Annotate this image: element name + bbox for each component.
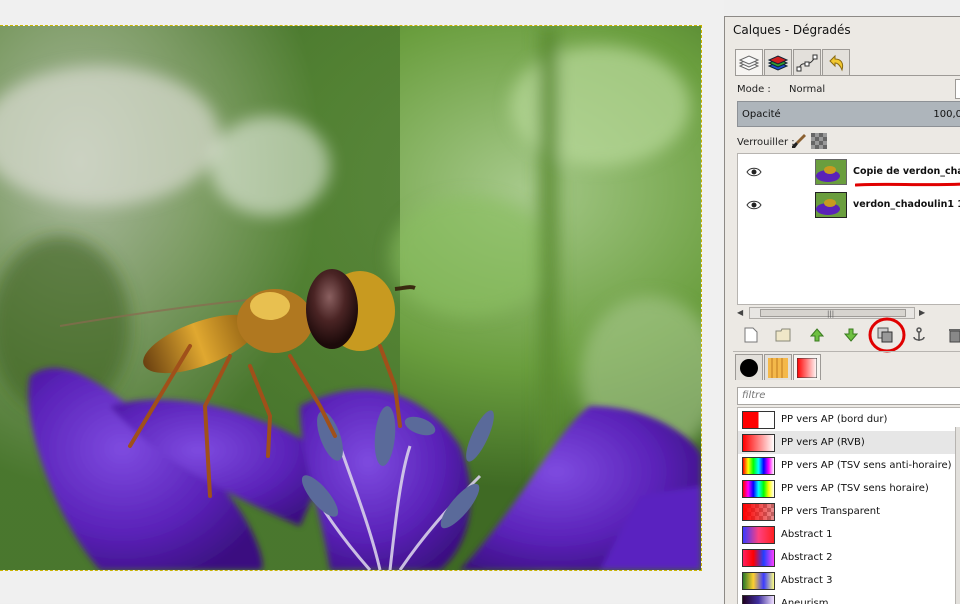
opacity-value: 100,0 (933, 109, 960, 120)
gradient-name: Aneurism (781, 598, 829, 604)
layer-toolbar (737, 323, 960, 347)
pattern-tab[interactable] (764, 354, 792, 380)
gradient-item[interactable]: Abstract 3 (738, 569, 960, 592)
gradient-item[interactable]: PP vers AP (bord dur) (738, 408, 960, 431)
gradient-swatch (742, 480, 775, 498)
layer-name[interactable]: verdon_chadoulin1 160 (853, 199, 960, 210)
undo-tab[interactable] (822, 49, 850, 75)
anchor-layer-button[interactable] (911, 327, 927, 343)
gradient-name: PP vers AP (TSV sens horaire) (781, 483, 929, 494)
gradient-name: PP vers AP (RVB) (781, 437, 865, 448)
gradient-name: PP vers AP (TSV sens anti-horaire) (781, 460, 952, 471)
panel-separator (733, 351, 960, 352)
mode-label: Mode : (737, 84, 771, 95)
gradient-swatch (742, 526, 775, 544)
layer-thumbnail[interactable] (815, 159, 847, 185)
visibility-eye-icon[interactable] (746, 199, 762, 211)
scroll-right-icon[interactable]: ▶ (919, 308, 925, 317)
layers-gradients-dock: Calques - Dégradés Mode: Normal Opacité… (724, 16, 960, 604)
layers-icon (738, 55, 760, 71)
pattern-wood-icon (768, 357, 788, 378)
gradient-filter-input[interactable]: filtre (737, 387, 960, 405)
new-layer-icon (744, 327, 758, 343)
gradient-item[interactable]: PP vers Transparent (738, 500, 960, 523)
image-canvas-area[interactable] (0, 0, 724, 603)
paths-icon (796, 54, 818, 71)
gradient-name: Abstract 2 (781, 552, 833, 563)
lower-layer-button[interactable] (843, 327, 859, 343)
gradient-item[interactable]: Abstract 2 (738, 546, 960, 569)
gradient-swatch (742, 549, 775, 567)
gradient-list[interactable]: PP vers AP (bord dur) PP vers AP (RVB) PP … (737, 407, 960, 604)
filter-placeholder: filtre (742, 390, 766, 401)
layer-thumbnail[interactable] (815, 192, 847, 218)
red-underline-annotation (855, 182, 960, 187)
mode-select[interactable]: Normal (789, 84, 825, 95)
gradient-item[interactable]: Aneurism (738, 592, 960, 604)
scroll-left-icon[interactable]: ◀ (737, 308, 743, 317)
mode-dropdown-arrow[interactable] (955, 79, 960, 99)
scrollbar-grip: ||| (827, 310, 835, 318)
undo-icon (829, 54, 844, 72)
layers-list[interactable]: Copie de verdon_chado verdon_chadoulin1 … (737, 153, 960, 305)
gradient-name: PP vers Transparent (781, 506, 881, 517)
new-layer-button[interactable] (743, 327, 759, 343)
folder-icon (775, 328, 791, 342)
new-layer-group-button[interactable] (775, 327, 791, 343)
layers-tab[interactable] (735, 49, 763, 76)
brush-tab[interactable] (735, 354, 763, 380)
gradient-swatch (742, 411, 775, 429)
lock-pixels-brush-icon[interactable] (791, 133, 807, 149)
gradient-item[interactable]: Abstract 1 (738, 523, 960, 546)
raise-layer-button[interactable] (809, 327, 825, 343)
channels-icon (767, 54, 789, 71)
brush-circle-icon (740, 358, 758, 377)
arrow-up-icon (810, 328, 824, 342)
anchor-icon (913, 327, 925, 341)
gradient-icon (797, 357, 817, 378)
delete-layer-button[interactable] (947, 327, 960, 343)
channels-tab[interactable] (764, 49, 792, 75)
gradient-name: Abstract 3 (781, 575, 833, 586)
tab-panel-divider (735, 75, 960, 76)
layer-row[interactable]: verdon_chadoulin1 160 (738, 190, 960, 220)
opacity-slider[interactable]: Opacité 100,0 (737, 101, 960, 127)
lock-alpha-checker-icon[interactable] (811, 133, 827, 149)
gradient-item[interactable]: PP vers AP (TSV sens horaire) (738, 477, 960, 500)
gradient-item[interactable]: PP vers AP (RVB) (738, 431, 960, 454)
gradient-tab[interactable] (793, 354, 821, 380)
arrow-down-icon (844, 328, 858, 342)
trash-icon (949, 329, 960, 343)
layer-name[interactable]: Copie de verdon_chado (853, 166, 960, 177)
visibility-eye-icon[interactable] (746, 166, 762, 178)
gradient-swatch (742, 434, 775, 452)
dock-title: Calques - Dégradés (733, 23, 851, 37)
gradient-name: PP vers AP (bord dur) (781, 414, 888, 425)
gradient-swatch (742, 572, 775, 590)
gradient-vertical-scrollbar[interactable] (955, 427, 960, 604)
paths-tab[interactable] (793, 49, 821, 75)
red-circle-annotation (868, 317, 906, 353)
photo-hoverfly-on-flower (0, 26, 701, 570)
opacity-label: Opacité (742, 109, 781, 120)
image-frame[interactable] (0, 25, 702, 571)
lock-label: Verrouiller : (737, 137, 795, 148)
gradient-swatch (742, 457, 775, 475)
dock-tabstrip (735, 49, 851, 76)
gradient-item[interactable]: PP vers AP (TSV sens anti-horaire) (738, 454, 960, 477)
gradient-swatch (742, 503, 775, 521)
gradient-name: Abstract 1 (781, 529, 833, 540)
